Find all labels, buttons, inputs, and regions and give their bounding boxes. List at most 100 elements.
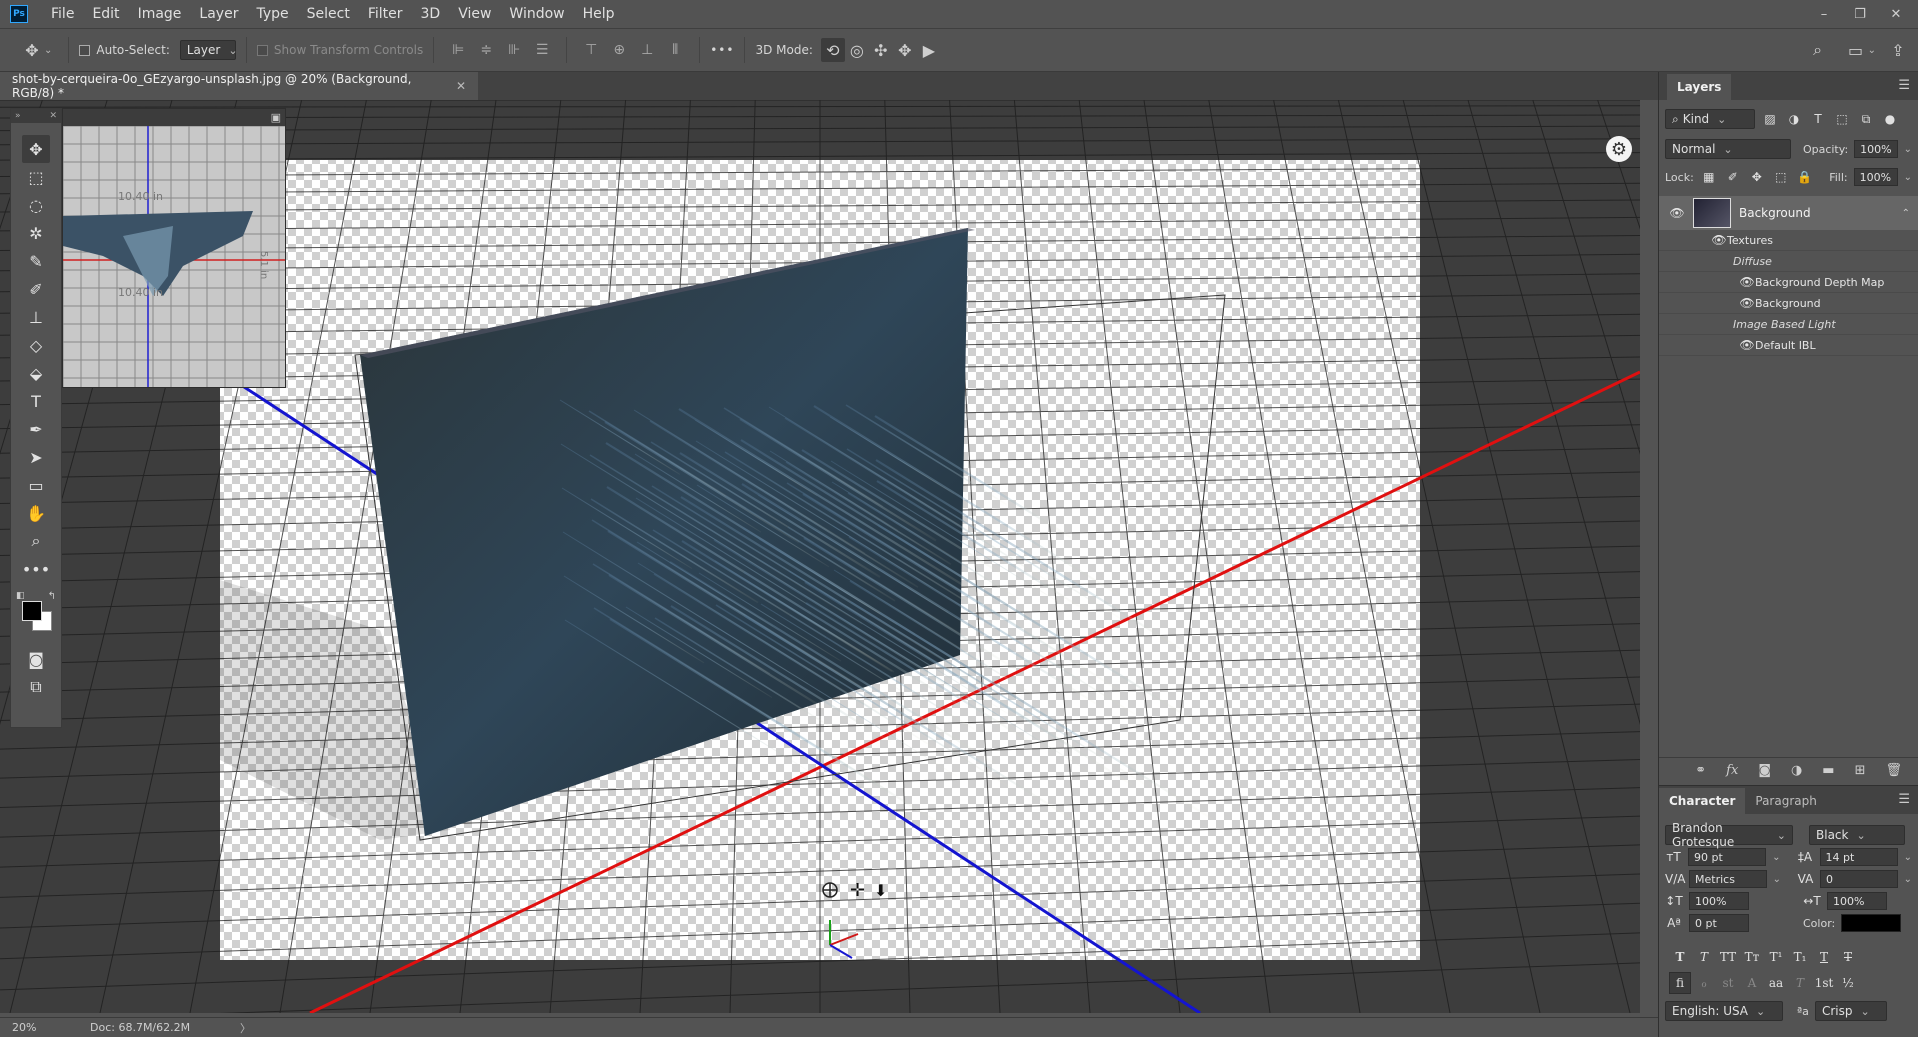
horizontal-scale-input[interactable]: 100% <box>1827 892 1887 910</box>
font-size-input[interactable]: 90 pt <box>1688 848 1767 866</box>
titling-button[interactable]: T <box>1789 972 1811 994</box>
distribute-vertical-icon[interactable]: ⫴ <box>664 39 686 61</box>
swap-colors-icon[interactable]: ↰ <box>48 591 56 602</box>
pan-3d-icon[interactable]: ✣ <box>869 38 893 62</box>
quick-mask-icon[interactable]: ◙ <box>22 645 50 673</box>
fill-dropdown-icon[interactable]: ⌄ <box>1904 172 1912 183</box>
align-left-icon[interactable]: ⊫ <box>447 39 469 61</box>
lock-position-icon[interactable]: ✥ <box>1748 170 1766 184</box>
opacity-input[interactable]: 100% <box>1854 140 1898 158</box>
visibility-eye-icon[interactable]: 👁 <box>1739 338 1755 352</box>
layers-panel-menu-icon[interactable]: ☰ <box>1898 78 1910 93</box>
restore-button[interactable]: ❐ <box>1852 6 1868 22</box>
minimize-button[interactable]: – <box>1816 6 1832 22</box>
antialias-dropdown[interactable]: Crisp <box>1814 1001 1887 1021</box>
filter-pixel-icon[interactable]: ▨ <box>1761 112 1779 126</box>
language-dropdown[interactable]: English: USA <box>1665 1001 1783 1021</box>
filter-kind-dropdown[interactable]: ⌕ Kind <box>1665 109 1755 129</box>
panel-menu-icon[interactable]: ▣ <box>271 111 281 124</box>
new-group-icon[interactable]: ▬ <box>1822 763 1834 778</box>
distribute-icon[interactable]: ☰ <box>531 39 553 61</box>
menu-help[interactable]: Help <box>574 0 624 28</box>
magic-wand-tool-icon[interactable]: ✲ <box>22 219 50 247</box>
collapse-icon[interactable]: ✕ <box>49 111 57 121</box>
lock-artboard-icon[interactable]: ⬚ <box>1772 170 1790 184</box>
brush-tool-icon[interactable]: ✐ <box>22 275 50 303</box>
align-bottom-icon[interactable]: ⊥ <box>636 39 658 61</box>
filter-smart-object-icon[interactable]: ⧉ <box>1857 112 1875 127</box>
close-tab-icon[interactable]: ✕ <box>456 79 466 93</box>
pen-tool-icon[interactable]: ✒ <box>22 415 50 443</box>
menu-edit[interactable]: Edit <box>83 0 128 28</box>
camera-icon[interactable]: ▶ <box>917 38 941 62</box>
hand-tool-icon[interactable]: ✋ <box>22 499 50 527</box>
menu-select[interactable]: Select <box>298 0 359 28</box>
text-color-swatch[interactable] <box>1841 914 1902 932</box>
opacity-dropdown-icon[interactable]: ⌄ <box>1904 144 1912 155</box>
visibility-eye-icon[interactable]: 👁 <box>1739 275 1755 289</box>
auto-select-target-dropdown[interactable]: Layer <box>179 40 236 60</box>
preset-dropdown-icon[interactable]: ⌄ <box>44 45 52 56</box>
rectangle-tool-icon[interactable]: ▭ <box>22 471 50 499</box>
auto-select-checkbox[interactable] <box>79 44 91 56</box>
move-tool-preset-icon[interactable]: ✥ <box>20 38 44 62</box>
tools-panel-header[interactable]: » ✕ <box>11 109 61 123</box>
blend-mode-dropdown[interactable]: Normal <box>1665 139 1791 159</box>
tracking-input[interactable]: 0 <box>1819 870 1898 888</box>
workspace-dropdown-icon[interactable]: ⌄ <box>1868 45 1876 56</box>
layer-thumbnail[interactable] <box>1693 198 1731 228</box>
document-tab[interactable]: shot-by-cerqueira-0o_GEzyargo-unsplash.j… <box>0 72 478 100</box>
default-colors-icon[interactable]: ◧ <box>16 591 25 601</box>
align-right-icon[interactable]: ⊪ <box>503 39 525 61</box>
leading-input[interactable]: 14 pt <box>1819 848 1898 866</box>
show-transform-checkbox[interactable] <box>256 44 268 56</box>
textures-group[interactable]: 👁 Textures <box>1659 230 1918 251</box>
align-middle-icon[interactable]: ⊕ <box>608 39 630 61</box>
screen-mode-icon[interactable]: ⧉ <box>22 673 50 701</box>
layer-row-background[interactable]: 👁 Background ⌃ <box>1659 196 1918 230</box>
navigator-preview[interactable]: 10.40 in 10.40 in 5.1 in <box>62 125 285 387</box>
zoom-tool-icon[interactable]: ⌕ <box>22 527 50 555</box>
stylistic-set-button[interactable]: aa <box>1765 972 1787 994</box>
lock-all-icon[interactable]: 🔒 <box>1796 170 1814 184</box>
layer-name[interactable]: Background <box>1739 206 1811 220</box>
faux-bold-button[interactable]: T <box>1669 946 1691 968</box>
default-ibl-item[interactable]: 👁 Default IBL <box>1659 335 1918 356</box>
menu-3d[interactable]: 3D <box>412 0 450 28</box>
stamp-tool-icon[interactable]: ⊥ <box>22 303 50 331</box>
tab-paragraph[interactable]: Paragraph <box>1745 788 1826 814</box>
eraser-tool-icon[interactable]: ◇ <box>22 331 50 359</box>
filter-adjustment-icon[interactable]: ◑ <box>1785 112 1803 126</box>
all-caps-button[interactable]: TT <box>1717 946 1739 968</box>
swash-button[interactable]: A <box>1741 972 1763 994</box>
workspace-icon[interactable]: ▭ <box>1844 38 1868 62</box>
leading-dropdown-icon[interactable]: ⌄ <box>1904 852 1912 863</box>
eyedropper-tool-icon[interactable]: ✎ <box>22 247 50 275</box>
edit-toolbar-icon[interactable]: ••• <box>22 555 50 583</box>
type-tool-icon[interactable]: T <box>22 387 50 415</box>
subscript-button[interactable]: T₁ <box>1789 946 1811 968</box>
paint-bucket-tool-icon[interactable]: ⬙ <box>22 359 50 387</box>
stylistic-alternates-button[interactable]: st <box>1717 972 1739 994</box>
visibility-eye-icon[interactable]: 👁 <box>1669 206 1685 220</box>
filter-shape-icon[interactable]: ⬚ <box>1833 112 1851 126</box>
strikethrough-button[interactable]: T <box>1837 946 1859 968</box>
font-style-dropdown[interactable]: Black <box>1809 825 1905 845</box>
share-icon[interactable]: ⇪ <box>1886 38 1910 62</box>
new-layer-icon[interactable]: ⊞ <box>1855 763 1866 778</box>
align-top-icon[interactable]: ⊤ <box>580 39 602 61</box>
menu-file[interactable]: File <box>42 0 83 28</box>
tab-character[interactable]: Character <box>1659 788 1746 814</box>
lock-image-icon[interactable]: ✐ <box>1724 170 1742 184</box>
underline-button[interactable]: T <box>1813 946 1835 968</box>
faux-italic-button[interactable]: T <box>1693 946 1715 968</box>
superscript-button[interactable]: T¹ <box>1765 946 1787 968</box>
slide-3d-icon[interactable]: ✥ <box>893 38 917 62</box>
tracking-dropdown-icon[interactable]: ⌄ <box>1904 874 1912 885</box>
status-menu-icon[interactable]: 〉 <box>240 1020 251 1036</box>
adjustment-layer-icon[interactable]: ◑ <box>1791 763 1802 778</box>
zoom-level[interactable]: 20% <box>0 1021 90 1034</box>
ligatures-button[interactable]: fi <box>1669 972 1691 994</box>
texture-background[interactable]: 👁 Background <box>1659 293 1918 314</box>
texture-depth-map[interactable]: 👁 Background Depth Map <box>1659 272 1918 293</box>
